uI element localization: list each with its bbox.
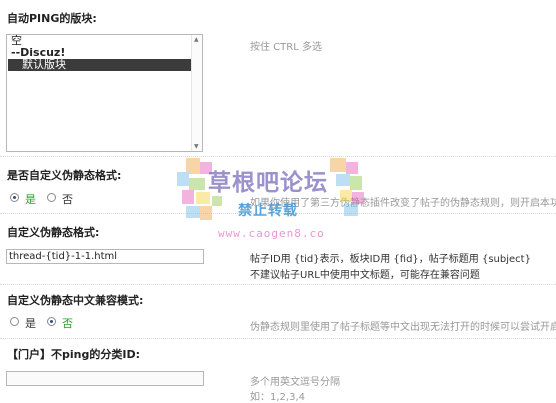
static-format-hint-2: 不建议帖子URL中使用中文标题，可能存在兼容问题 [250,270,480,281]
portal-exclude-hint-2: 如：1,2,3,4 [250,392,305,403]
scroll-down-icon[interactable]: ▼ [194,143,199,150]
cn-compat-no-radio[interactable] [47,317,56,326]
cn-compat-no-label[interactable]: 否 [62,315,73,331]
custom-static-no-radio[interactable] [47,193,56,202]
listbox-scrollbar[interactable]: ▲ ▼ [191,35,202,151]
custom-static-yes-label[interactable]: 是 [25,191,36,207]
custom-static-yes-radio[interactable] [10,193,19,202]
section-divider [0,338,556,339]
portal-exclude-label: 【门户】不ping的分类ID: [7,348,140,361]
watermark-url: www.caogen8.co [218,227,325,240]
cn-compat-yes-label[interactable]: 是 [25,315,36,331]
watermark-title: 草根吧论坛 [208,170,328,196]
cn-compat-yes-radio[interactable] [10,317,19,326]
portal-exclude-input[interactable] [6,371,204,386]
static-format-hint-1: 帖子ID用 {tid}表示，板块ID用 {fid}，帖子标题用 {subject… [250,254,531,265]
cn-compat-label: 自定义伪静态中文兼容模式: [7,294,144,307]
forum-multiselect[interactable]: 空 --Discuz! 默认版块 ▲ ▼ [6,34,203,152]
section-divider [0,213,556,214]
section-divider [0,284,556,285]
forum-option-default[interactable]: 默认版块 [8,59,191,71]
cn-compat-hint: 伪静态规则里使用了帖子标题等中文出现无法打开的时候可以尝试开启 [250,322,556,333]
static-format-label: 自定义伪静态格式: [7,226,100,239]
custom-static-no-label[interactable]: 否 [62,191,73,207]
custom-static-hint: 如果你使用了第三方伪静态插件改变了帖子的伪静态规则，则开启本功能 [250,198,556,209]
auto-ping-hint: 按住 CTRL 多选 [250,42,322,53]
section-divider [0,156,556,157]
static-format-input[interactable] [6,249,204,264]
custom-static-label: 是否自定义伪静态格式: [7,169,122,182]
scroll-up-icon[interactable]: ▲ [194,36,199,43]
portal-exclude-hint-1: 多个用英文逗号分隔 [250,377,340,388]
auto-ping-label: 自动PING的版块: [7,12,97,25]
